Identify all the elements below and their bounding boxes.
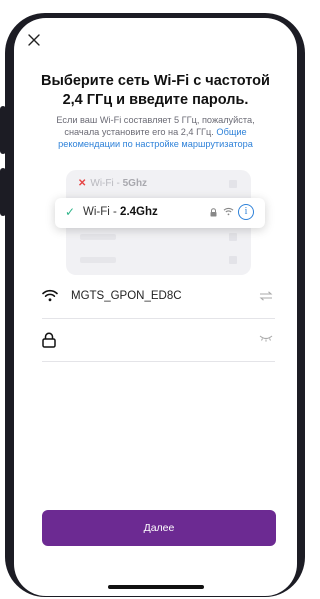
switch-network-icon[interactable] — [259, 291, 273, 301]
page-title: Выберите сеть Wi-Fi с частотой 2,4 ГГц и… — [41, 73, 270, 108]
placeholder-square — [229, 233, 237, 241]
placeholder-bar — [80, 234, 116, 240]
ssid-value: MGTS_GPON_ED8C — [71, 290, 182, 302]
password-field[interactable] — [42, 319, 275, 362]
lock-icon — [42, 332, 56, 348]
placeholder-square — [229, 256, 237, 264]
cross-icon: ✕ — [78, 178, 87, 189]
close-icon[interactable] — [26, 32, 42, 48]
subtitle: Если ваш Wi-Fi составляет 5 ГГц, пожалуй… — [40, 114, 271, 150]
placeholder-bar — [80, 257, 116, 263]
volume-up-button — [0, 106, 6, 154]
wifi-icon — [42, 289, 58, 302]
lock-icon — [210, 208, 217, 217]
volume-down-button — [0, 168, 6, 216]
band-5ghz-row: ✕ Wi-Fi - 5Ghz — [78, 178, 147, 189]
band-5ghz-value: 5Ghz — [122, 178, 148, 189]
band-24ghz-value: 2.4Ghz — [120, 206, 158, 218]
wifi-icon — [223, 207, 234, 216]
ssid-field[interactable]: MGTS_GPON_ED8C — [42, 276, 275, 319]
placeholder-square — [229, 180, 237, 188]
screen: Выберите сеть Wi-Fi с частотой 2,4 ГГц и… — [14, 18, 297, 596]
check-icon: ✓ — [65, 205, 76, 219]
eye-closed-icon[interactable] — [259, 334, 273, 342]
band-24ghz-card: ✓ Wi-Fi - 2.4Ghz i — [55, 198, 265, 228]
band-5ghz-prefix: Wi-Fi - — [90, 178, 123, 189]
home-indicator — [108, 585, 204, 589]
band-24ghz-label: Wi-Fi - 2.4Ghz — [83, 206, 158, 218]
info-icon: i — [238, 204, 254, 220]
next-button[interactable]: Далее — [42, 510, 276, 546]
band-24ghz-prefix: Wi-Fi - — [83, 206, 121, 218]
